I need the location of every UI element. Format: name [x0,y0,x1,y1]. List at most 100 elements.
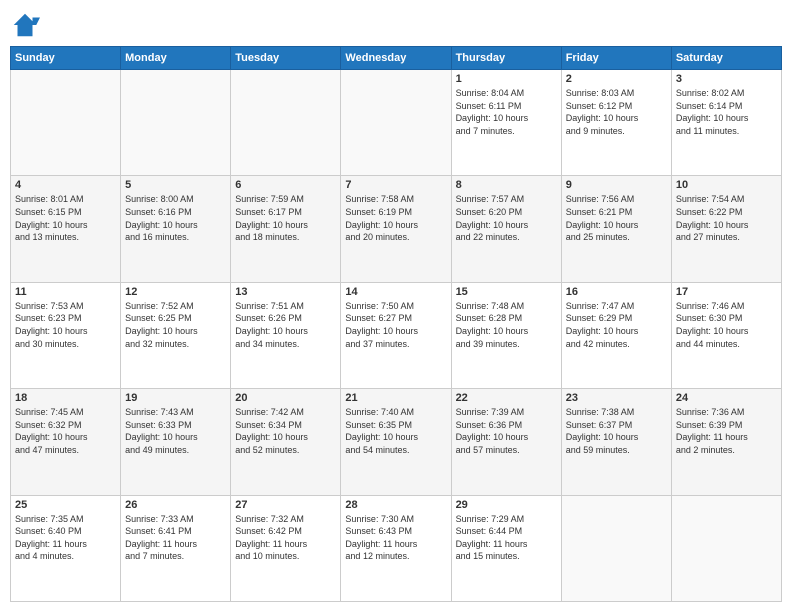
logo [10,10,44,40]
week-row-1: 1 Sunrise: 8:04 AM Sunset: 6:11 PM Daylig… [11,70,782,176]
day-info: Sunrise: 7:57 AM Sunset: 6:20 PM Dayligh… [456,193,557,243]
day-cell [11,70,121,176]
day-cell: 10 Sunrise: 7:54 AM Sunset: 6:22 PM Dayli… [671,176,781,282]
day-number: 9 [566,179,667,191]
day-cell: 11 Sunrise: 7:53 AM Sunset: 6:23 PM Dayli… [11,282,121,388]
day-number: 11 [15,286,116,298]
day-info: Sunrise: 8:01 AM Sunset: 6:15 PM Dayligh… [15,193,116,243]
day-info: Sunrise: 7:36 AM Sunset: 6:39 PM Dayligh… [676,406,777,456]
day-cell: 6 Sunrise: 7:59 AM Sunset: 6:17 PM Daylig… [231,176,341,282]
week-row-2: 4 Sunrise: 8:01 AM Sunset: 6:15 PM Daylig… [11,176,782,282]
day-cell: 4 Sunrise: 8:01 AM Sunset: 6:15 PM Daylig… [11,176,121,282]
week-row-5: 25Sunrise: 7:35 AM Sunset: 6:40 PM Dayli… [11,495,782,601]
day-number: 25 [15,499,116,511]
day-info: Sunrise: 7:43 AM Sunset: 6:33 PM Dayligh… [125,406,226,456]
weekday-thursday: Thursday [451,47,561,70]
day-cell [671,495,781,601]
day-info: Sunrise: 7:33 AM Sunset: 6:41 PM Dayligh… [125,513,226,563]
day-cell: 9 Sunrise: 7:56 AM Sunset: 6:21 PM Daylig… [561,176,671,282]
day-info: Sunrise: 8:04 AM Sunset: 6:11 PM Dayligh… [456,87,557,137]
day-cell: 26 Sunrise: 7:33 AM Sunset: 6:41 PM Dayli… [121,495,231,601]
day-number: 27 [235,499,336,511]
logo-icon [10,10,40,40]
weekday-header-row: SundayMondayTuesdayWednesdayThursdayFrid… [11,47,782,70]
day-cell: 12 Sunrise: 7:52 AM Sunset: 6:25 PM Dayli… [121,282,231,388]
day-cell: 23Sunrise: 7:38 AM Sunset: 6:37 PM Dayli… [561,389,671,495]
day-number: 20 [235,392,336,404]
day-number: 22 [456,392,557,404]
day-cell: 7 Sunrise: 7:58 AM Sunset: 6:19 PM Daylig… [341,176,451,282]
day-number: 29 [456,499,557,511]
day-info: Sunrise: 7:58 AM Sunset: 6:19 PM Dayligh… [345,193,446,243]
day-number: 1 [456,73,557,85]
week-row-4: 18Sunrise: 7:45 AM Sunset: 6:32 PM Dayli… [11,389,782,495]
day-info: Sunrise: 8:03 AM Sunset: 6:12 PM Dayligh… [566,87,667,137]
day-info: Sunrise: 7:52 AM Sunset: 6:25 PM Dayligh… [125,300,226,350]
day-info: Sunrise: 7:30 AM Sunset: 6:43 PM Dayligh… [345,513,446,563]
day-cell: 20 Sunrise: 7:42 AM Sunset: 6:34 PM Dayli… [231,389,341,495]
day-cell: 1 Sunrise: 8:04 AM Sunset: 6:11 PM Daylig… [451,70,561,176]
day-info: Sunrise: 7:51 AM Sunset: 6:26 PM Dayligh… [235,300,336,350]
day-info: Sunrise: 7:48 AM Sunset: 6:28 PM Dayligh… [456,300,557,350]
day-cell [341,70,451,176]
day-number: 16 [566,286,667,298]
day-cell: 24 Sunrise: 7:36 AM Sunset: 6:39 PM Dayli… [671,389,781,495]
day-info: Sunrise: 7:42 AM Sunset: 6:34 PM Dayligh… [235,406,336,456]
day-number: 23 [566,392,667,404]
day-cell: 8 Sunrise: 7:57 AM Sunset: 6:20 PM Daylig… [451,176,561,282]
day-info: Sunrise: 7:39 AM Sunset: 6:36 PM Dayligh… [456,406,557,456]
day-info: Sunrise: 7:45 AM Sunset: 6:32 PM Dayligh… [15,406,116,456]
weekday-friday: Friday [561,47,671,70]
day-number: 17 [676,286,777,298]
day-number: 15 [456,286,557,298]
week-row-3: 11 Sunrise: 7:53 AM Sunset: 6:23 PM Dayli… [11,282,782,388]
day-number: 19 [125,392,226,404]
day-cell: 13Sunrise: 7:51 AM Sunset: 6:26 PM Dayli… [231,282,341,388]
day-cell: 2Sunrise: 8:03 AM Sunset: 6:12 PM Daylig… [561,70,671,176]
weekday-monday: Monday [121,47,231,70]
day-cell [121,70,231,176]
weekday-saturday: Saturday [671,47,781,70]
day-number: 4 [15,179,116,191]
calendar-table: SundayMondayTuesdayWednesdayThursdayFrid… [10,46,782,602]
day-cell: 15 Sunrise: 7:48 AM Sunset: 6:28 PM Dayli… [451,282,561,388]
day-number: 10 [676,179,777,191]
day-info: Sunrise: 8:00 AM Sunset: 6:16 PM Dayligh… [125,193,226,243]
day-number: 3 [676,73,777,85]
day-number: 24 [676,392,777,404]
day-info: Sunrise: 7:29 AM Sunset: 6:44 PM Dayligh… [456,513,557,563]
day-number: 26 [125,499,226,511]
day-number: 7 [345,179,446,191]
day-info: Sunrise: 7:53 AM Sunset: 6:23 PM Dayligh… [15,300,116,350]
page: SundayMondayTuesdayWednesdayThursdayFrid… [0,0,792,612]
day-cell: 28 Sunrise: 7:30 AM Sunset: 6:43 PM Dayli… [341,495,451,601]
weekday-wednesday: Wednesday [341,47,451,70]
day-info: Sunrise: 7:46 AM Sunset: 6:30 PM Dayligh… [676,300,777,350]
day-cell: 29 Sunrise: 7:29 AM Sunset: 6:44 PM Dayli… [451,495,561,601]
day-cell: 3 Sunrise: 8:02 AM Sunset: 6:14 PM Daylig… [671,70,781,176]
day-cell: 14Sunrise: 7:50 AM Sunset: 6:27 PM Dayli… [341,282,451,388]
day-info: Sunrise: 7:50 AM Sunset: 6:27 PM Dayligh… [345,300,446,350]
day-cell: 27 Sunrise: 7:32 AM Sunset: 6:42 PM Dayli… [231,495,341,601]
day-number: 6 [235,179,336,191]
day-number: 8 [456,179,557,191]
day-info: Sunrise: 7:47 AM Sunset: 6:29 PM Dayligh… [566,300,667,350]
day-info: Sunrise: 7:40 AM Sunset: 6:35 PM Dayligh… [345,406,446,456]
day-number: 21 [345,392,446,404]
day-cell: 16 Sunrise: 7:47 AM Sunset: 6:29 PM Dayli… [561,282,671,388]
day-cell: 21 Sunrise: 7:40 AM Sunset: 6:35 PM Dayli… [341,389,451,495]
day-info: Sunrise: 7:56 AM Sunset: 6:21 PM Dayligh… [566,193,667,243]
day-cell: 17 Sunrise: 7:46 AM Sunset: 6:30 PM Dayli… [671,282,781,388]
weekday-sunday: Sunday [11,47,121,70]
day-info: Sunrise: 7:54 AM Sunset: 6:22 PM Dayligh… [676,193,777,243]
day-cell [231,70,341,176]
weekday-tuesday: Tuesday [231,47,341,70]
day-info: Sunrise: 7:59 AM Sunset: 6:17 PM Dayligh… [235,193,336,243]
day-info: Sunrise: 8:02 AM Sunset: 6:14 PM Dayligh… [676,87,777,137]
day-number: 28 [345,499,446,511]
day-number: 5 [125,179,226,191]
day-info: Sunrise: 7:32 AM Sunset: 6:42 PM Dayligh… [235,513,336,563]
header [10,10,782,40]
day-number: 12 [125,286,226,298]
day-cell: 5 Sunrise: 8:00 AM Sunset: 6:16 PM Daylig… [121,176,231,282]
